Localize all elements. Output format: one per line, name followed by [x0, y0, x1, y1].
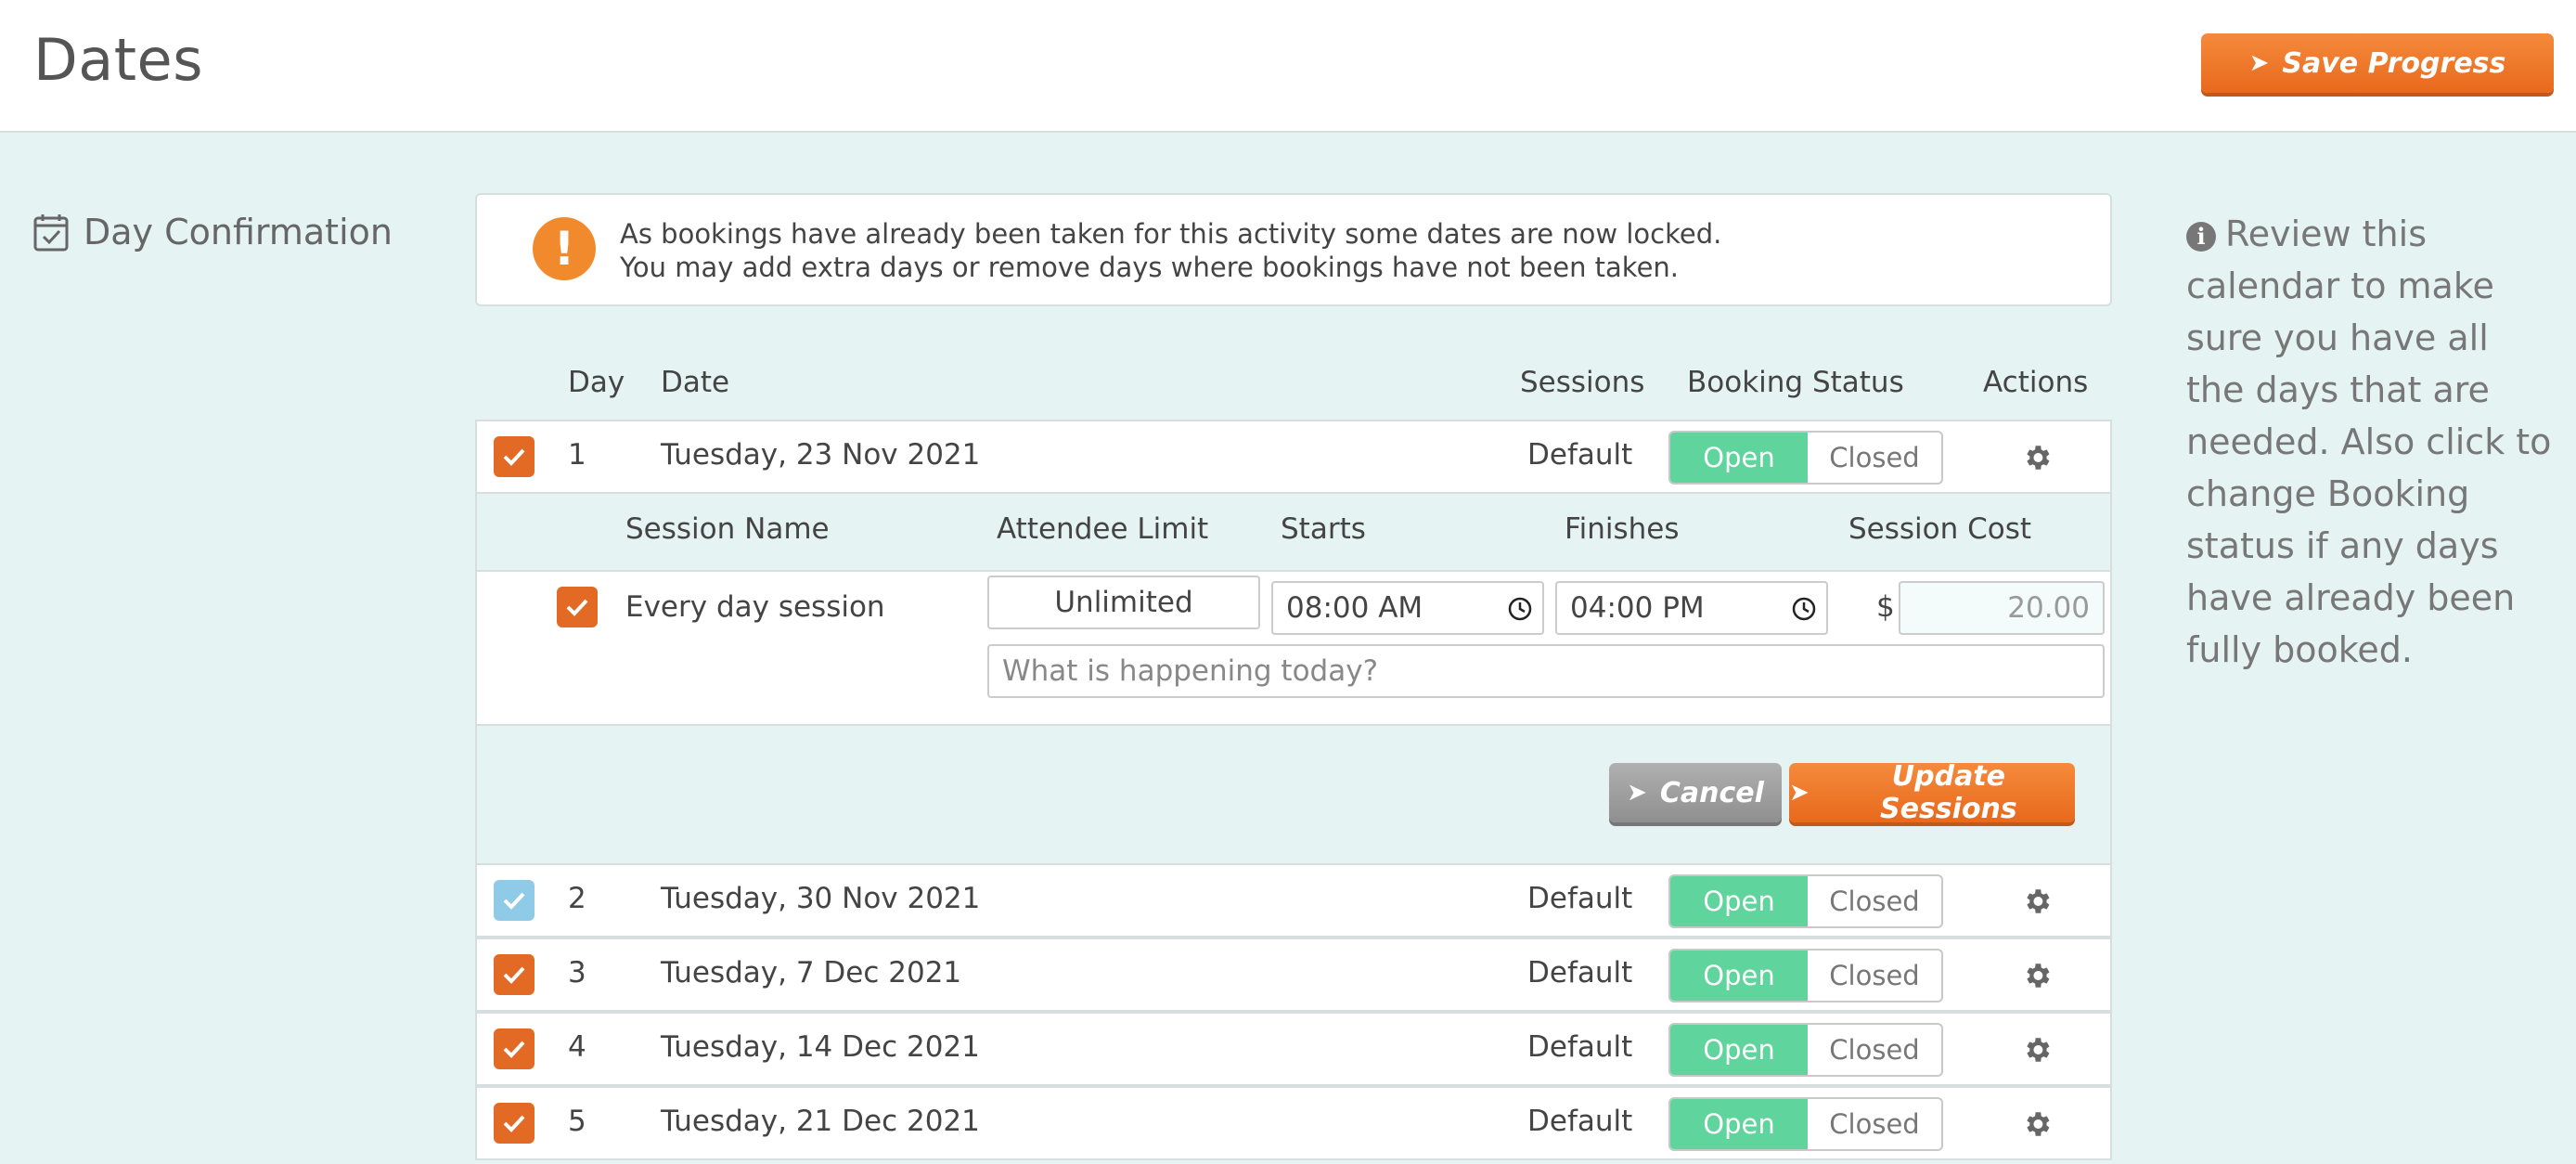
checkmark-icon: [566, 599, 588, 616]
start-time-value: 08:00 AM: [1286, 591, 1423, 625]
arrow-right-icon: ➤: [1789, 779, 1810, 807]
column-header-finishes: Finishes: [1565, 512, 1680, 546]
day-date: Tuesday, 7 Dec 2021: [661, 956, 962, 989]
day-checkbox[interactable]: [494, 1028, 535, 1069]
gear-icon[interactable]: [2021, 886, 2053, 917]
booking-status-toggle: Open Closed: [1668, 1097, 1943, 1151]
checkmark-icon: [503, 448, 525, 466]
session-checkbox[interactable]: [557, 587, 598, 627]
status-closed-button[interactable]: Closed: [1808, 433, 1941, 483]
gear-icon[interactable]: [2021, 1108, 2053, 1140]
cancel-button[interactable]: ➤ Cancel: [1609, 763, 1782, 822]
exclamation-icon: !: [533, 217, 596, 280]
update-sessions-label: Update Sessions: [1880, 760, 2017, 825]
day-number: 4: [568, 1030, 586, 1064]
locked-dates-alert: ! As bookings have already been taken fo…: [475, 193, 2112, 306]
column-header-actions: Actions: [1983, 366, 2089, 399]
day-number: 1: [568, 438, 586, 472]
table-row: 5 Tuesday, 21 Dec 2021 Default Open Clos…: [475, 1086, 2112, 1160]
day-sessions: Default: [1527, 1105, 1633, 1138]
top-bar: Dates ➤ Save Progress: [0, 0, 2576, 133]
day-sessions: Default: [1527, 956, 1633, 989]
alert-line-2: You may add extra days or remove days wh…: [620, 252, 1680, 283]
day-date: Tuesday, 21 Dec 2021: [661, 1105, 980, 1138]
day-sessions: Default: [1527, 438, 1633, 472]
column-header-booking-status: Booking Status: [1687, 366, 1904, 399]
session-description-input[interactable]: What is happening today?: [987, 644, 2105, 698]
gear-icon[interactable]: [2021, 1034, 2053, 1066]
checkmark-icon: [503, 966, 525, 984]
day-checkbox[interactable]: [494, 1103, 535, 1144]
status-closed-button[interactable]: Closed: [1808, 876, 1941, 926]
day-checkbox[interactable]: [494, 436, 535, 477]
arrow-right-icon: ➤: [1627, 779, 1647, 807]
attendee-limit-input[interactable]: Unlimited: [987, 576, 1260, 629]
cancel-label: Cancel: [1659, 776, 1764, 809]
booking-status-toggle: Open Closed: [1668, 874, 1943, 928]
update-sessions-button[interactable]: ➤ Update Sessions: [1789, 760, 2075, 825]
save-progress-button[interactable]: ➤ Save Progress: [2201, 33, 2554, 93]
day-sessions: Default: [1527, 1030, 1633, 1064]
help-note: i Review this calendar to make sure you h…: [2186, 208, 2557, 676]
status-closed-button[interactable]: Closed: [1808, 1025, 1941, 1075]
day-checkbox[interactable]: [494, 880, 535, 921]
checkmark-icon: [503, 892, 525, 910]
booking-status-toggle: Open Closed: [1668, 949, 1943, 1002]
checkmark-icon: [503, 1115, 525, 1132]
column-header-attendee-limit: Attendee Limit: [997, 512, 1209, 546]
table-row: 1 Tuesday, 23 Nov 2021 Default Open Clos…: [475, 420, 2112, 494]
finish-time-value: 04:00 PM: [1570, 591, 1705, 625]
gear-icon[interactable]: [2021, 960, 2053, 991]
status-closed-button[interactable]: Closed: [1808, 1099, 1941, 1149]
clock-icon[interactable]: [1791, 596, 1817, 622]
session-cost-input[interactable]: 20.00: [1899, 581, 2105, 635]
day-number: 3: [568, 956, 586, 989]
day-date: Tuesday, 23 Nov 2021: [661, 438, 981, 472]
table-row: 2 Tuesday, 30 Nov 2021 Default Open Clos…: [475, 863, 2112, 938]
day-number: 5: [568, 1105, 586, 1138]
session-name: Every day session: [625, 590, 885, 624]
help-note-text: Review this calendar to make sure you ha…: [2186, 213, 2552, 670]
status-closed-button[interactable]: Closed: [1808, 951, 1941, 1001]
status-open-button[interactable]: Open: [1670, 876, 1808, 926]
info-icon: i: [2186, 222, 2216, 252]
booking-status-toggle: Open Closed: [1668, 1023, 1943, 1077]
save-progress-label: Save Progress: [2282, 46, 2506, 80]
gear-icon[interactable]: [2021, 442, 2053, 473]
column-header-session-name: Session Name: [625, 512, 830, 546]
status-open-button[interactable]: Open: [1670, 1099, 1808, 1149]
alert-line-1: As bookings have already been taken for …: [620, 218, 1722, 250]
session-row: Every day session Unlimited 08:00 AM 04:…: [475, 570, 2112, 726]
start-time-input[interactable]: 08:00 AM: [1271, 581, 1544, 635]
status-open-button[interactable]: Open: [1670, 1025, 1808, 1075]
page-title: Dates: [33, 26, 203, 94]
day-sessions: Default: [1527, 882, 1633, 915]
section-title: Day Confirmation: [84, 212, 393, 252]
table-row: 4 Tuesday, 14 Dec 2021 Default Open Clos…: [475, 1012, 2112, 1086]
status-open-button[interactable]: Open: [1670, 433, 1808, 483]
clock-icon[interactable]: [1507, 596, 1533, 622]
column-header-day: Day: [568, 366, 625, 399]
day-checkbox[interactable]: [494, 954, 535, 995]
column-header-session-cost: Session Cost: [1848, 512, 2032, 546]
day-number: 2: [568, 882, 586, 915]
day-date: Tuesday, 30 Nov 2021: [661, 882, 981, 915]
finish-time-input[interactable]: 04:00 PM: [1555, 581, 1828, 635]
arrow-right-icon: ➤: [2248, 49, 2270, 77]
checkmark-icon: [503, 1041, 525, 1058]
column-header-sessions: Sessions: [1520, 366, 1645, 399]
column-header-date: Date: [661, 366, 730, 399]
calendar-check-icon: [33, 214, 69, 252]
column-header-starts: Starts: [1281, 512, 1366, 546]
currency-symbol: $: [1876, 590, 1895, 624]
booking-status-toggle: Open Closed: [1668, 431, 1943, 485]
alert-text: As bookings have already been taken for …: [620, 217, 1721, 284]
section-heading: Day Confirmation: [33, 212, 393, 252]
day-date: Tuesday, 14 Dec 2021: [661, 1030, 980, 1064]
session-header-row: Session Name Attendee Limit Starts Finis…: [475, 494, 2112, 570]
session-actions-row: ➤ Cancel ➤ Update Sessions: [475, 726, 2112, 863]
status-open-button[interactable]: Open: [1670, 951, 1808, 1001]
table-row: 3 Tuesday, 7 Dec 2021 Default Open Close…: [475, 938, 2112, 1012]
